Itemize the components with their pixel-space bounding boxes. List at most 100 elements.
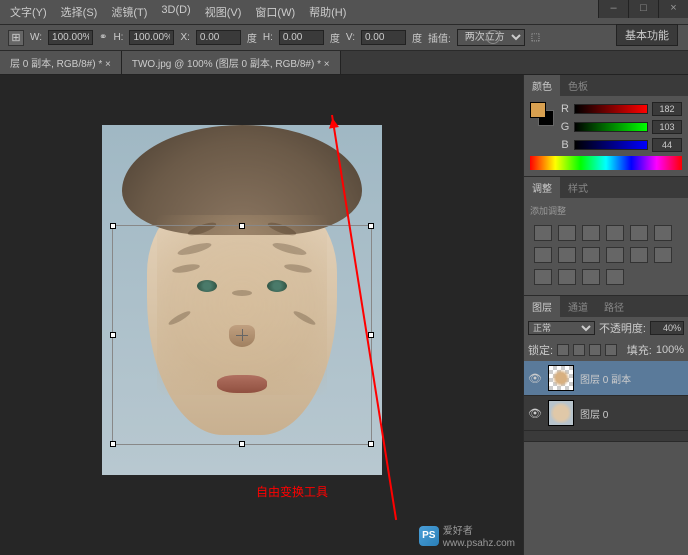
watermark-logo-icon: PS: [419, 526, 439, 546]
width-input[interactable]: [48, 30, 93, 45]
transform-bounding-box[interactable]: [112, 225, 372, 445]
tab-paths[interactable]: 路径: [596, 296, 632, 317]
lock-label: 锁定:: [528, 342, 553, 358]
exposure-icon[interactable]: [606, 225, 624, 241]
vibrance-icon[interactable]: [630, 225, 648, 241]
reference-point-icon[interactable]: ⊞: [8, 30, 24, 46]
color-spectrum[interactable]: [530, 156, 682, 170]
opacity-label: 不透明度:: [599, 320, 646, 336]
handle-mid-right[interactable]: [368, 332, 374, 338]
deg-label-2: 度: [330, 30, 340, 45]
menu-help[interactable]: 帮助(H): [309, 4, 346, 20]
lock-transparency-icon[interactable]: [557, 344, 569, 356]
skew-h-label: H:: [263, 32, 273, 43]
handle-top-left[interactable]: [110, 223, 116, 229]
lock-all-icon[interactable]: [605, 344, 617, 356]
tab-swatches[interactable]: 色板: [560, 75, 596, 96]
layer-name[interactable]: 图层 0: [580, 406, 608, 421]
layers-panel: 图层 通道 路径 正常 不透明度: 40% 锁定: 填充: 100% 👁: [524, 296, 688, 442]
height-input[interactable]: [129, 30, 174, 45]
watermark-url: www.psahz.com: [443, 538, 515, 549]
tab-doc-1[interactable]: 层 0 副本, RGB/8#) * ×: [0, 51, 122, 74]
opacity-input[interactable]: 40%: [650, 321, 684, 335]
g-slider[interactable]: [574, 122, 648, 132]
handle-mid-left[interactable]: [110, 332, 116, 338]
layer-thumbnail[interactable]: [548, 400, 574, 426]
commit-transform-icon[interactable]: [486, 30, 500, 44]
photofilter-icon[interactable]: [582, 247, 600, 263]
handle-bottom-left[interactable]: [110, 441, 116, 447]
b-slider[interactable]: [574, 140, 648, 150]
curves-icon[interactable]: [582, 225, 600, 241]
width-label: W:: [30, 32, 42, 43]
fill-label: 填充:: [627, 342, 652, 358]
workspace-switcher[interactable]: 基本功能: [616, 24, 678, 46]
layer-name[interactable]: 图层 0 副本: [580, 371, 631, 386]
skew-v-input[interactable]: [361, 30, 406, 45]
layer-thumbnail[interactable]: [548, 365, 574, 391]
invert-icon[interactable]: [654, 247, 672, 263]
tab-doc-2[interactable]: TWO.jpg @ 100% (图层 0 副本, RGB/8#) * ×: [122, 51, 341, 74]
gradientmap-icon[interactable]: [582, 269, 600, 285]
warp-icon[interactable]: ⬚: [531, 32, 540, 43]
r-slider[interactable]: [574, 104, 648, 114]
b-value[interactable]: 44: [652, 138, 682, 152]
fill-input[interactable]: 100%: [656, 344, 684, 356]
r-value[interactable]: 182: [652, 102, 682, 116]
tab-channels[interactable]: 通道: [560, 296, 596, 317]
lock-pixels-icon[interactable]: [573, 344, 585, 356]
levels-icon[interactable]: [558, 225, 576, 241]
g-value[interactable]: 103: [652, 120, 682, 134]
menu-view[interactable]: 视图(V): [205, 4, 242, 20]
panels-dock: 颜色 色板 R 182 G: [523, 75, 688, 555]
canvas[interactable]: [102, 125, 382, 475]
colorlookup-icon[interactable]: [630, 247, 648, 263]
selectivecolor-icon[interactable]: [606, 269, 624, 285]
color-swatch[interactable]: [530, 102, 554, 126]
menu-select[interactable]: 选择(S): [61, 4, 98, 20]
watermark-text: 爱好者: [443, 526, 473, 537]
handle-bottom-right[interactable]: [368, 441, 374, 447]
window-minimize[interactable]: –: [598, 0, 628, 18]
visibility-icon[interactable]: 👁: [528, 407, 542, 420]
lock-position-icon[interactable]: [589, 344, 601, 356]
handle-top-mid[interactable]: [239, 223, 245, 229]
menu-filter[interactable]: 滤镜(T): [111, 4, 147, 20]
tab-color[interactable]: 颜色: [524, 75, 560, 96]
link-icon[interactable]: ⚭: [99, 32, 107, 43]
menu-window[interactable]: 窗口(W): [255, 4, 295, 20]
annotation-text: 自由变换工具: [256, 483, 328, 500]
threshold-icon[interactable]: [558, 269, 576, 285]
transform-center-icon[interactable]: [236, 329, 248, 341]
bw-icon[interactable]: [558, 247, 576, 263]
tab-layers[interactable]: 图层: [524, 296, 560, 317]
deg-label-1: 度: [247, 30, 257, 45]
hue-icon[interactable]: [654, 225, 672, 241]
adjustments-panel: 调整 样式 添加调整: [524, 177, 688, 296]
brightness-icon[interactable]: [534, 225, 552, 241]
menu-3d[interactable]: 3D(D): [161, 4, 190, 20]
handle-bottom-mid[interactable]: [239, 441, 245, 447]
window-close[interactable]: ×: [658, 0, 688, 18]
foreground-color-icon[interactable]: [530, 102, 546, 118]
canvas-area: 自由变换工具 PS 爱好者 www.psahz.com: [0, 75, 523, 555]
tab-styles[interactable]: 样式: [560, 177, 596, 198]
layer-item-copy[interactable]: 👁 图层 0 副本: [524, 361, 688, 396]
r-label: R: [560, 103, 570, 115]
menu-bar: 文字(Y) 选择(S) 滤镜(T) 3D(D) 视图(V) 窗口(W) 帮助(H…: [0, 0, 688, 25]
color-panel: 颜色 色板 R 182 G: [524, 75, 688, 177]
posterize-icon[interactable]: [534, 269, 552, 285]
handle-top-right[interactable]: [368, 223, 374, 229]
colorbalance-icon[interactable]: [534, 247, 552, 263]
deg-label-3: 度: [412, 30, 422, 45]
angle-x-input[interactable]: [196, 30, 241, 45]
tab-adjustments[interactable]: 调整: [524, 177, 560, 198]
window-maximize[interactable]: □: [628, 0, 658, 18]
add-adjustment-label: 添加调整: [530, 204, 682, 217]
channelmixer-icon[interactable]: [606, 247, 624, 263]
blend-mode-select[interactable]: 正常: [528, 321, 595, 335]
menu-text[interactable]: 文字(Y): [10, 4, 47, 20]
visibility-icon[interactable]: 👁: [528, 372, 542, 385]
skew-h-input[interactable]: [279, 30, 324, 45]
layer-item-base[interactable]: 👁 图层 0: [524, 396, 688, 431]
